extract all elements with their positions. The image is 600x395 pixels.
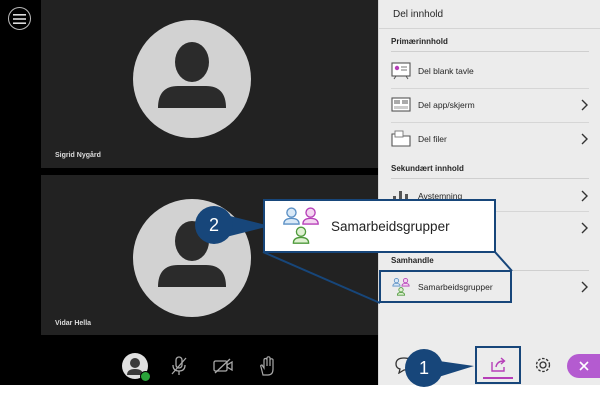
camera-button[interactable] bbox=[208, 351, 238, 381]
camera-off-icon bbox=[213, 358, 233, 374]
participant-avatar bbox=[133, 199, 251, 317]
close-icon bbox=[578, 361, 589, 371]
screen-share-icon bbox=[391, 95, 411, 115]
divider bbox=[379, 28, 600, 29]
participant-tile[interactable]: Sigrid Nygård bbox=[41, 0, 378, 168]
breakout-groups-highlight bbox=[379, 270, 512, 303]
share-whiteboard-item[interactable]: Del blank tavle bbox=[391, 56, 589, 86]
folder-icon bbox=[391, 129, 411, 149]
chevron-right-icon bbox=[581, 190, 588, 202]
hamburger-menu-icon bbox=[13, 13, 26, 24]
share-whiteboard-label: Del blank tavle bbox=[418, 66, 474, 76]
chevron-right-icon bbox=[581, 99, 588, 111]
share-content-icon bbox=[491, 357, 506, 372]
whiteboard-icon bbox=[391, 61, 411, 81]
share-content-panel: Del innhold Primærinnhold Del blank tavl… bbox=[378, 0, 600, 385]
share-content-tab[interactable] bbox=[475, 346, 521, 384]
zoom-callout: Samarbeidsgrupper bbox=[263, 199, 496, 253]
settings-button[interactable] bbox=[531, 353, 555, 377]
microphone-button[interactable] bbox=[164, 351, 194, 381]
share-files-label: Del filer bbox=[418, 134, 447, 144]
raise-hand-button[interactable] bbox=[252, 351, 282, 381]
step-badge-2: 2 bbox=[195, 206, 233, 244]
active-tab-indicator bbox=[483, 377, 513, 379]
session-controls bbox=[120, 351, 282, 382]
breakout-groups-icon bbox=[283, 207, 319, 244]
participant-name: Vidar Hella bbox=[55, 320, 92, 327]
microphone-muted-icon bbox=[171, 356, 187, 375]
participant-name: Sigrid Nygård bbox=[55, 152, 101, 159]
share-app-screen-item[interactable]: Del app/skjerm bbox=[391, 90, 589, 120]
participant-avatar bbox=[133, 20, 251, 138]
zoom-callout-label: Samarbeidsgrupper bbox=[331, 218, 450, 234]
divider bbox=[391, 122, 589, 123]
share-app-screen-label: Del app/skjerm bbox=[418, 100, 475, 110]
user-avatar-icon bbox=[122, 353, 151, 382]
settings-icon bbox=[535, 357, 551, 373]
section-header-primary: Primærinnhold bbox=[391, 37, 448, 46]
raise-hand-icon bbox=[260, 356, 274, 376]
divider bbox=[391, 51, 589, 52]
step-number: 2 bbox=[208, 214, 219, 235]
chevron-right-icon bbox=[581, 222, 588, 234]
panel-title: Del innhold bbox=[393, 9, 444, 20]
chevron-right-icon bbox=[581, 133, 588, 145]
hamburger-menu-button[interactable] bbox=[8, 7, 31, 30]
share-files-item[interactable]: Del filer bbox=[391, 124, 589, 154]
section-header-secondary: Sekundært innhold bbox=[391, 164, 464, 173]
divider bbox=[391, 178, 589, 179]
my-status-button[interactable] bbox=[120, 351, 151, 382]
step-badge-1: 1 bbox=[405, 349, 443, 387]
section-header-collaborate: Samhandle bbox=[391, 256, 434, 265]
online-status-icon bbox=[140, 371, 151, 382]
close-panel-button[interactable] bbox=[567, 354, 600, 378]
user-silhouette-icon bbox=[158, 221, 226, 287]
step-number: 1 bbox=[418, 357, 429, 378]
chevron-right-icon bbox=[581, 281, 588, 293]
user-silhouette-icon bbox=[158, 42, 226, 108]
video-stage: Sigrid Nygård Vidar Hella bbox=[0, 0, 378, 385]
divider bbox=[391, 88, 589, 89]
